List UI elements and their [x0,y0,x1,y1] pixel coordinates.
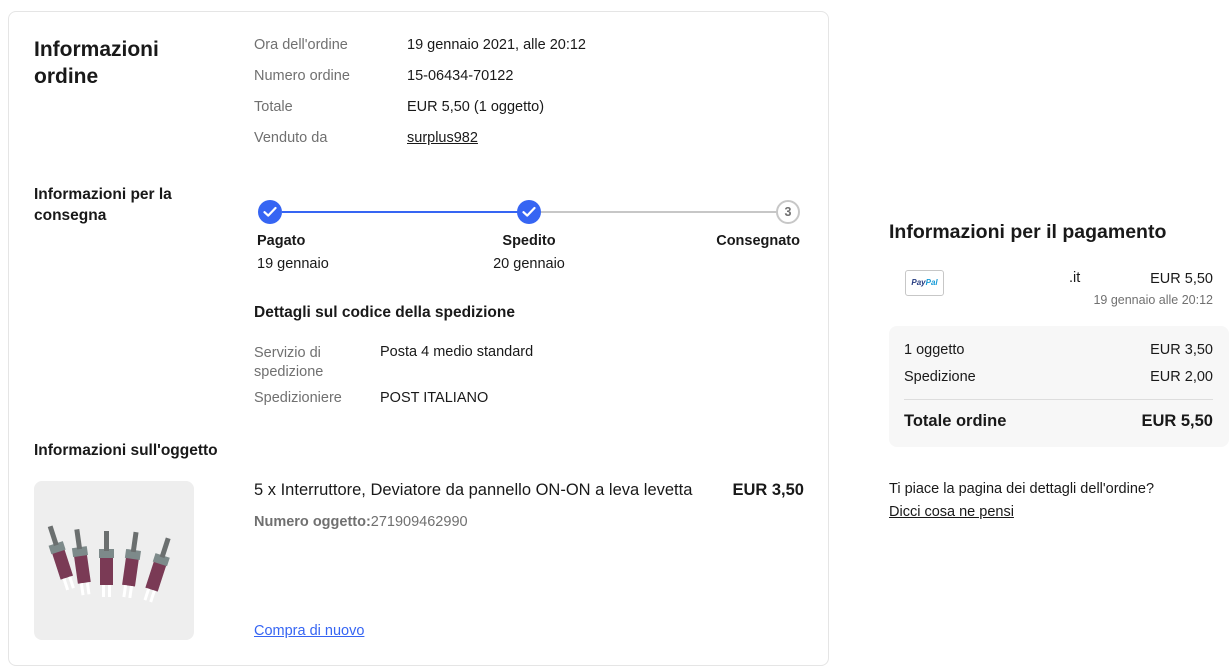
item-number-label: Numero oggetto: [254,514,371,530]
payment-date: 19 gennaio alle 20:12 [1093,293,1213,307]
summary-shipping-label: Spedizione [904,369,976,385]
step-paid-title: Pagato [257,233,306,249]
carrier-label: Spedizioniere [254,390,342,406]
order-number-label: Numero ordine [254,68,350,84]
summary-total-label: Totale ordine [904,412,1007,430]
step-shipped-check-icon [517,200,541,224]
summary-divider [904,399,1213,400]
step-paid-check-icon [258,200,282,224]
order-total-label: Totale [254,99,293,115]
product-image[interactable] [34,481,194,640]
seller-label: Venduto da [254,130,328,146]
paypal-logo-pal: Pal [925,278,938,287]
summary-items-label: 1 oggetto [904,342,965,358]
payment-domain: .it [1069,270,1081,286]
progress-bar-shipped-delivered [540,211,777,213]
feedback-link[interactable]: Dicci cosa ne pensi [889,504,1014,520]
item-info-heading: Informazioni sull'oggetto [34,442,218,459]
tracking-heading: Dettagli sul codice della spedizione [254,304,515,321]
order-total-value: EUR 5,50 (1 oggetto) [407,99,545,115]
paypal-logo-icon: PayPal [905,270,944,296]
step-delivered-number: 3 [776,200,800,224]
buy-again-link[interactable]: Compra di nuovo [254,623,364,639]
order-time-value: 19 gennaio 2021, alle 20:12 [407,37,586,53]
progress-bar-paid-shipped [282,211,518,213]
carrier-value: POST ITALIANO [380,390,489,406]
step-shipped-date: 20 gennaio [493,256,565,272]
shipping-service-value: Posta 4 medio standard [380,344,534,360]
toggle-switches-photo-icon [47,525,171,603]
feedback-question: Ti piace la pagina dei dettagli dell'ord… [889,481,1155,497]
order-number-value: 15-06434-70122 [407,68,514,84]
payment-amount: EUR 5,50 [1150,271,1213,287]
summary-shipping-value: EUR 2,00 [1150,369,1213,385]
seller-link[interactable]: surplus982 [407,130,478,146]
paypal-logo-pay: Pay [911,278,926,287]
payment-heading: Informazioni per il pagamento [889,221,1167,243]
order-info-heading: Informazioni ordine [34,38,159,88]
delivery-heading: Informazioni per la consegna [34,186,172,224]
item-number: Numero oggetto:271909462990 [254,514,468,530]
step-shipped-title: Spedito [502,233,556,249]
step-paid-date: 19 gennaio [257,256,329,272]
item-price: EUR 3,50 [732,481,804,499]
summary-total-value: EUR 5,50 [1141,412,1213,430]
item-number-value: 271909462990 [370,514,468,530]
item-title-link[interactable]: 5 x Interruttore, Deviatore da pannello … [254,481,692,500]
summary-items-value: EUR 3,50 [1150,342,1213,358]
shipping-service-label: Servizio di spedizione [254,345,324,380]
step-delivered-title: Consegnato [716,233,800,249]
order-time-label: Ora dell'ordine [254,37,348,53]
